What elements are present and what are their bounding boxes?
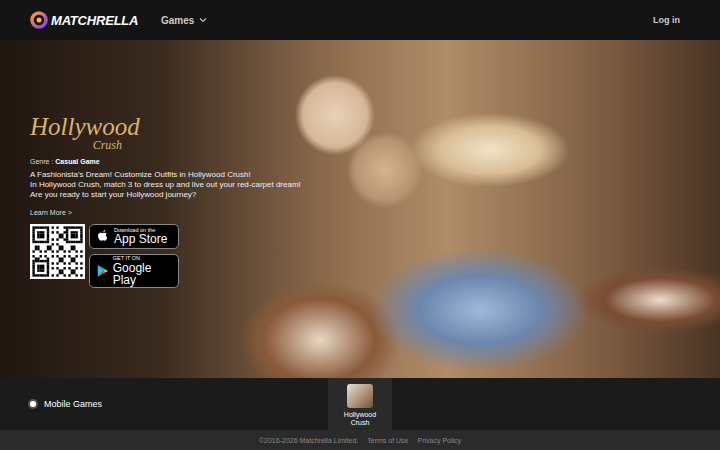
description-line: A Fashionista's Dream! Customize Outfits… bbox=[30, 170, 330, 180]
qr-code-icon bbox=[30, 224, 85, 279]
page: MATCHRELLA Games Log in Hollywood Crush … bbox=[0, 0, 720, 450]
google-play-icon bbox=[96, 263, 109, 279]
footer: ©2016-2026 Matchrella Limited. Terms of … bbox=[0, 430, 720, 450]
logo-text: MATCHRELLA bbox=[51, 13, 138, 28]
top-nav: MATCHRELLA Games Log in bbox=[0, 0, 720, 40]
game-list: Hollywood Crush bbox=[328, 378, 392, 430]
matchrella-logo-icon bbox=[30, 11, 48, 29]
genre: Genre : Casual Game bbox=[30, 158, 330, 165]
apple-icon bbox=[96, 229, 110, 245]
copyright: ©2016-2026 Matchrella Limited. bbox=[259, 437, 358, 444]
chevron-down-icon bbox=[199, 17, 207, 23]
hero-banner: Hollywood Crush Genre : Casual Game A Fa… bbox=[0, 40, 720, 378]
menu-label: Games bbox=[161, 15, 194, 26]
footer-link[interactable]: Terms of Use bbox=[367, 437, 408, 444]
genre-value: Casual Game bbox=[55, 158, 99, 165]
game-logo-subtitle: Crush bbox=[93, 139, 122, 152]
store-buttons: Download on the App Store GET IT ON Goog… bbox=[89, 224, 179, 288]
genre-label: Genre : bbox=[30, 158, 55, 165]
store-text: GET IT ON Google Play bbox=[113, 256, 172, 286]
game-tab[interactable]: Hollywood Crush bbox=[328, 378, 392, 430]
store-button[interactable]: Download on the App Store bbox=[89, 224, 179, 249]
games-menu[interactable]: Games bbox=[161, 15, 207, 26]
game-info: Hollywood Crush Genre : Casual Game A Fa… bbox=[30, 114, 330, 288]
store-button[interactable]: GET IT ON Google Play bbox=[89, 254, 179, 288]
game-name: Hollywood Crush bbox=[335, 411, 385, 427]
description-line: Are you ready to start your Hollywood jo… bbox=[30, 190, 330, 200]
brand-logo[interactable]: MATCHRELLA bbox=[30, 11, 161, 29]
games-bar: Mobile Games Hollywood Crush bbox=[0, 378, 720, 430]
footer-link[interactable]: Privacy Policy bbox=[417, 437, 461, 444]
store-name: App Store bbox=[114, 233, 167, 245]
store-name: Google Play bbox=[113, 262, 172, 286]
learn-more-link[interactable]: Learn More > bbox=[30, 209, 330, 216]
category-label: Mobile Games bbox=[44, 399, 102, 409]
login-link[interactable]: Log in bbox=[653, 15, 680, 25]
category-dot-icon bbox=[30, 401, 36, 407]
category-tab[interactable]: Mobile Games bbox=[30, 378, 328, 430]
description: A Fashionista's Dream! Customize Outfits… bbox=[30, 170, 330, 200]
game-thumbnail bbox=[347, 384, 373, 408]
download-row: Download on the App Store GET IT ON Goog… bbox=[30, 224, 330, 288]
store-text: Download on the App Store bbox=[114, 228, 167, 246]
description-line: In Hollywood Crush, match 3 to dress up … bbox=[30, 180, 330, 190]
game-logo: Hollywood Crush bbox=[30, 114, 140, 152]
game-logo-title: Hollywood bbox=[30, 114, 140, 139]
